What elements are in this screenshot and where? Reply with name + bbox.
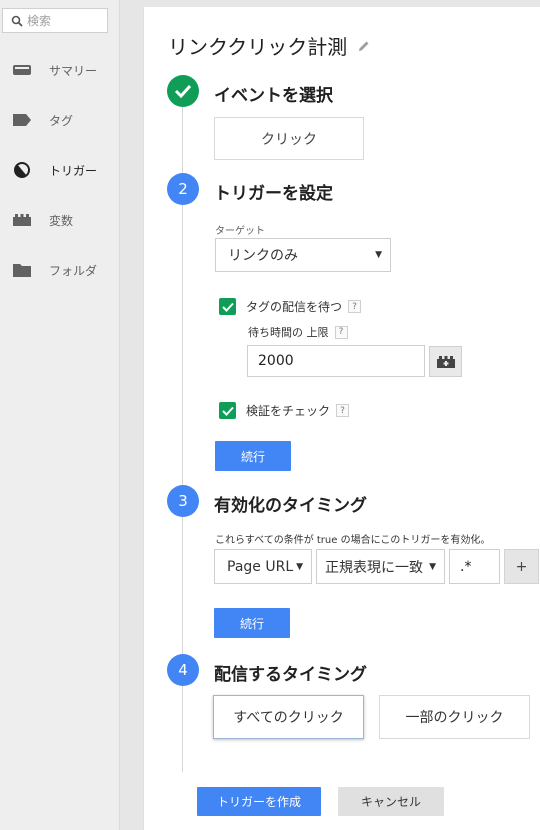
- check-icon: [174, 84, 192, 98]
- wait-for-tags-checkbox[interactable]: [219, 298, 236, 315]
- help-icon[interactable]: ?: [336, 404, 350, 417]
- add-condition-button[interactable]: +: [504, 549, 539, 584]
- variable-picker-button[interactable]: [429, 346, 462, 377]
- target-select[interactable]: リンクのみ ▼: [215, 238, 391, 272]
- check-icon: [221, 406, 234, 416]
- trigger-name[interactable]: リンククリック計測: [168, 31, 347, 60]
- search-placeholder: 検索: [27, 14, 52, 28]
- target-label: ターゲット: [215, 226, 265, 237]
- variable-icon: [436, 355, 455, 368]
- sidebar: 検索 サマリー タグ トリガー 変数 フォルダ: [0, 0, 120, 830]
- step-4-number: 4: [167, 654, 199, 686]
- sidebar-item-trigger[interactable]: トリガー: [0, 150, 120, 190]
- cancel-button[interactable]: キャンセル: [338, 787, 444, 816]
- validation-checkbox[interactable]: [219, 402, 236, 419]
- condition-operator-value: 正規表現に一致: [325, 559, 423, 576]
- wait-limit-label: 待ち時間の 上限: [248, 326, 329, 339]
- create-trigger-button[interactable]: トリガーを作成: [197, 787, 321, 816]
- step-3-title: 有効化のタイミング: [214, 496, 367, 516]
- continue-button-config[interactable]: 続行: [215, 441, 291, 471]
- dropdown-caret-icon: ▼: [429, 561, 436, 572]
- search-icon: [11, 15, 23, 27]
- trigger-icon: [12, 162, 32, 178]
- event-type-button[interactable]: クリック: [214, 117, 364, 160]
- folder-icon: [12, 262, 32, 278]
- help-icon[interactable]: ?: [348, 300, 362, 313]
- dropdown-caret-icon: ▼: [296, 561, 303, 572]
- edit-pencil-icon[interactable]: [357, 39, 371, 53]
- wait-limit-input[interactable]: 2000: [247, 345, 425, 377]
- trigger-editor-panel: リンククリック計測 イベントを選択 クリック 2 トリガーを設定 ターゲット リ…: [143, 7, 540, 830]
- target-select-value: リンクのみ: [228, 248, 298, 264]
- search-input[interactable]: 検索: [2, 8, 108, 33]
- sidebar-item-label: サマリー: [49, 63, 98, 78]
- variable-icon: [12, 212, 32, 228]
- validation-label: 検証をチェック: [246, 404, 331, 418]
- summary-icon: [12, 62, 32, 78]
- sidebar-item-tag[interactable]: タグ: [0, 100, 120, 140]
- condition-value-input[interactable]: .*: [449, 549, 500, 584]
- condition-operator-select[interactable]: 正規表現に一致 ▼: [316, 549, 445, 584]
- sidebar-item-label: タグ: [49, 113, 74, 128]
- wait-limit-label-row: 待ち時間の 上限 ?: [248, 324, 348, 340]
- help-icon[interactable]: ?: [334, 325, 348, 339]
- step-2-number: 2: [167, 173, 199, 205]
- sidebar-item-folders[interactable]: フォルダ: [0, 250, 120, 290]
- step-1-complete-badge: [167, 75, 199, 107]
- condition-variable-select[interactable]: Page URL ▼: [214, 549, 312, 584]
- step-1-title: イベントを選択: [214, 86, 333, 106]
- tag-icon: [12, 112, 32, 128]
- sidebar-item-label: 変数: [49, 213, 74, 228]
- validation-row: 検証をチェック ?: [219, 402, 350, 419]
- sidebar-item-summary[interactable]: サマリー: [0, 50, 120, 90]
- sidebar-item-label: トリガー: [49, 163, 98, 178]
- step-4-title: 配信するタイミング: [214, 665, 367, 685]
- step-3-number: 3: [167, 485, 199, 517]
- page-title: リンククリック計測: [168, 31, 371, 60]
- sidebar-item-label: フォルダ: [49, 263, 98, 278]
- sidebar-item-variables[interactable]: 変数: [0, 200, 120, 240]
- enable-condition-description: これらすべての条件が true の場合にこのトリガーを有効化。: [215, 535, 491, 546]
- condition-variable-value: Page URL: [227, 558, 294, 575]
- check-icon: [221, 302, 234, 312]
- dropdown-caret-icon: ▼: [375, 250, 382, 260]
- fire-option-some-clicks[interactable]: 一部のクリック: [379, 695, 530, 739]
- fire-option-all-clicks[interactable]: すべてのクリック: [213, 695, 364, 739]
- step-2-title: トリガーを設定: [214, 184, 333, 204]
- wait-for-tags-label: タグの配信を待つ: [246, 300, 343, 314]
- wait-for-tags-row: タグの配信を待つ ?: [219, 298, 362, 315]
- continue-button-enable[interactable]: 続行: [214, 608, 290, 638]
